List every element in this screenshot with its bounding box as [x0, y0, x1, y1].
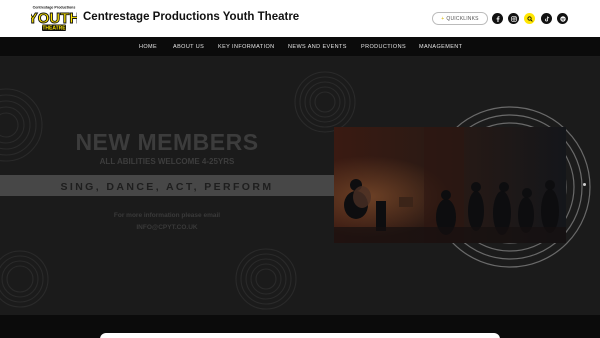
- spotify-icon[interactable]: [557, 13, 568, 24]
- quicklinks-plus: +: [441, 15, 445, 22]
- page-footer-strip: [0, 315, 600, 338]
- facebook-icon[interactable]: [492, 13, 503, 24]
- logo-main-text: YOUTH: [31, 10, 77, 27]
- cpyt-logo[interactable]: Centrestage Productions YOUTH THEATRE: [31, 4, 77, 33]
- nav-management[interactable]: MANAGEMENT: [419, 44, 462, 50]
- instagram-icon[interactable]: [508, 13, 519, 24]
- content-card-edge: [100, 333, 500, 338]
- hero-tagline: SING, DANCE, ACT, PERFORM: [60, 181, 274, 193]
- hero-headline: NEW MEMBERS: [75, 129, 259, 155]
- performance-photo: [334, 127, 566, 243]
- hero-subhead: ALL ABILITIES WELCOME 4-25YRS: [99, 157, 235, 166]
- hero-banner[interactable]: NEW MEMBERS ALL ABILITIES WELCOME 4-25YR…: [0, 57, 600, 315]
- quicklinks-button[interactable]: + QUICKLINKS: [432, 12, 488, 25]
- main-nav: HOME ABOUT US KEY INFORMATION NEWS AND E…: [0, 37, 600, 57]
- logo-sub-text: THEATRE: [42, 26, 66, 32]
- logo-top-text: Centrestage Productions: [33, 6, 76, 10]
- hero-email-link[interactable]: INFO@CPYT.CO.UK: [0, 224, 334, 231]
- nav-productions[interactable]: PRODUCTIONS: [361, 44, 406, 50]
- site-title[interactable]: Centrestage Productions Youth Theatre: [83, 11, 299, 23]
- hero-info-text: For more information please email: [113, 212, 221, 219]
- nav-home[interactable]: HOME: [139, 44, 157, 50]
- site-header: Centrestage Productions YOUTH THEATRE Ce…: [0, 0, 600, 37]
- nav-key-information[interactable]: KEY INFORMATION: [218, 44, 275, 50]
- nav-about-us[interactable]: ABOUT US: [173, 44, 204, 50]
- quicklinks-label: QUICKLINKS: [446, 15, 479, 22]
- nav-news-and-events[interactable]: NEWS AND EVENTS: [288, 44, 347, 50]
- tiktok-icon[interactable]: [541, 13, 552, 24]
- slider-dot[interactable]: [583, 183, 586, 186]
- search-icon[interactable]: [524, 13, 535, 24]
